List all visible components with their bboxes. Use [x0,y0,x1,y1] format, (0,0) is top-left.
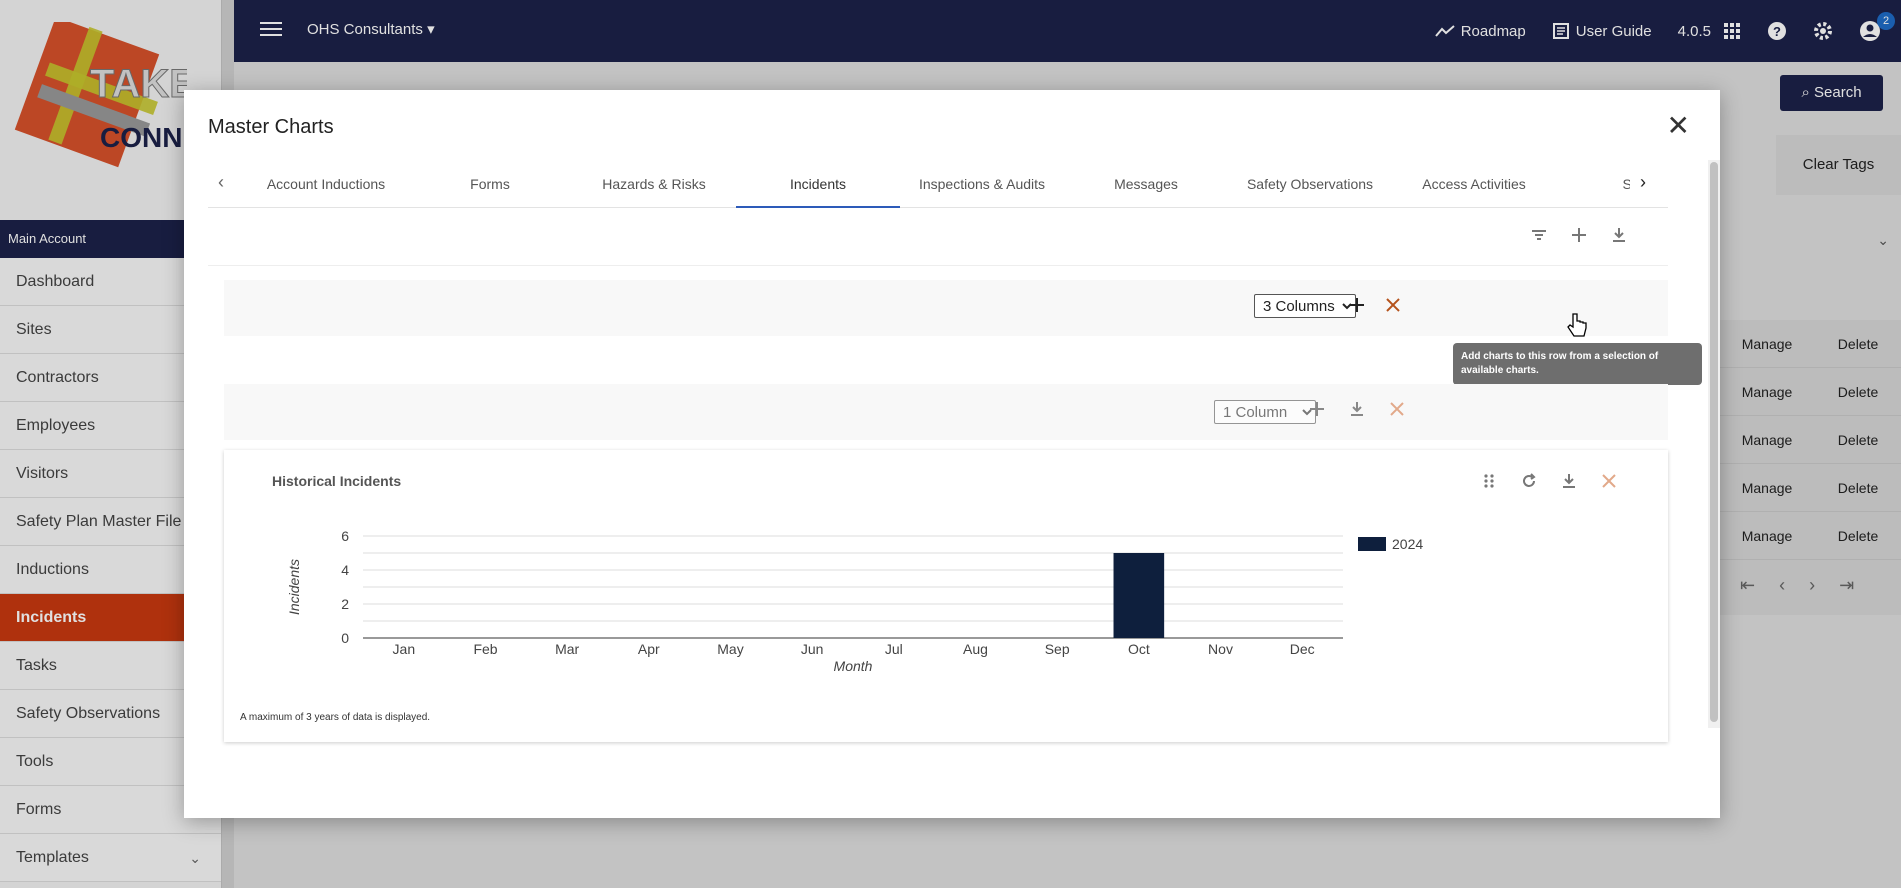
legend-swatch [1358,537,1386,551]
add-chart-icon[interactable] [1348,296,1366,314]
filter-icon[interactable] [1530,226,1548,244]
chart-note: A maximum of 3 years of data is displaye… [240,712,431,723]
x-tick-label: Feb [473,641,497,657]
chart-tabs: ‹ Account Inductions Forms Hazards & Risks… [208,160,1668,208]
add-row-icon[interactable] [1570,226,1588,244]
x-tick-label: Jan [393,641,416,657]
x-tick-label: Jul [885,641,903,657]
y-tick-label: 0 [341,630,349,646]
tab-inspections-audits[interactable]: Inspections & Audits [900,160,1064,208]
x-tick-label: Dec [1290,641,1315,657]
chevron-right-icon[interactable]: › [1640,172,1646,193]
x-tick-label: Mar [555,641,579,657]
modal-scrollbar[interactable] [1708,160,1720,728]
x-tick-label: May [717,641,743,657]
chart-card: Historical Incidents 0 2 4 6 Jan Feb Mar Apr May… [224,450,1668,742]
x-tick-label: Oct [1128,641,1150,657]
tab-account-inductions[interactable]: Account Inductions [244,160,408,208]
download-icon[interactable] [1610,226,1628,244]
y-tick-label: 6 [341,528,349,544]
y-axis-label: Incidents [286,559,302,615]
historical-incidents-chart: 0 2 4 6 Jan Feb Mar Apr May Jun Jul Aug Sep Oct Nov Dec… [286,528,1423,674]
x-tick-label: Apr [638,641,660,657]
tab-hazards-risks[interactable]: Hazards & Risks [572,160,736,208]
y-tick-label: 2 [341,596,349,612]
master-charts-modal: Master Charts ✕ ‹ Account Inductions Form… [184,90,1720,818]
row1-columns-select[interactable]: 1 Column2 Columns3 Columns [1254,294,1356,318]
row2-columns-select[interactable]: 1 Column2 Columns3 Columns [1214,400,1316,424]
x-tick-label: Sep [1045,641,1070,657]
cursor-pointer-icon [1567,313,1587,337]
close-icon[interactable]: ✕ [1667,112,1690,140]
remove-row-icon[interactable] [1388,400,1406,418]
modal-toolbar [208,210,1668,266]
modal-title: Master Charts [208,116,334,138]
remove-row-icon[interactable] [1384,296,1402,314]
chevron-left-icon[interactable]: ‹ [218,172,224,193]
x-tick-label: Aug [963,641,988,657]
legend-label: 2024 [1392,536,1423,552]
tab-incidents[interactable]: Incidents [736,160,900,208]
tab-access-activities[interactable]: Access Activities [1392,160,1556,208]
download-icon[interactable] [1348,400,1366,418]
y-tick-label: 4 [341,562,349,578]
tooltip: Add charts to this row from a selection … [1453,343,1702,385]
add-chart-icon[interactable] [1308,400,1326,418]
tab-forms[interactable]: Forms [408,160,572,208]
tab-sites[interactable]: Sites [1556,160,1630,208]
tab-safety-observations[interactable]: Safety Observations [1228,160,1392,208]
chart-row-2: 1 Column2 Columns3 Columns [224,384,1668,440]
x-tick-label: Nov [1208,641,1233,657]
x-axis-label: Month [834,658,873,674]
bar [1113,553,1165,638]
tab-messages[interactable]: Messages [1064,160,1228,208]
chart-row-1: 1 Column2 Columns3 Columns [224,280,1668,336]
x-tick-label: Jun [801,641,824,657]
